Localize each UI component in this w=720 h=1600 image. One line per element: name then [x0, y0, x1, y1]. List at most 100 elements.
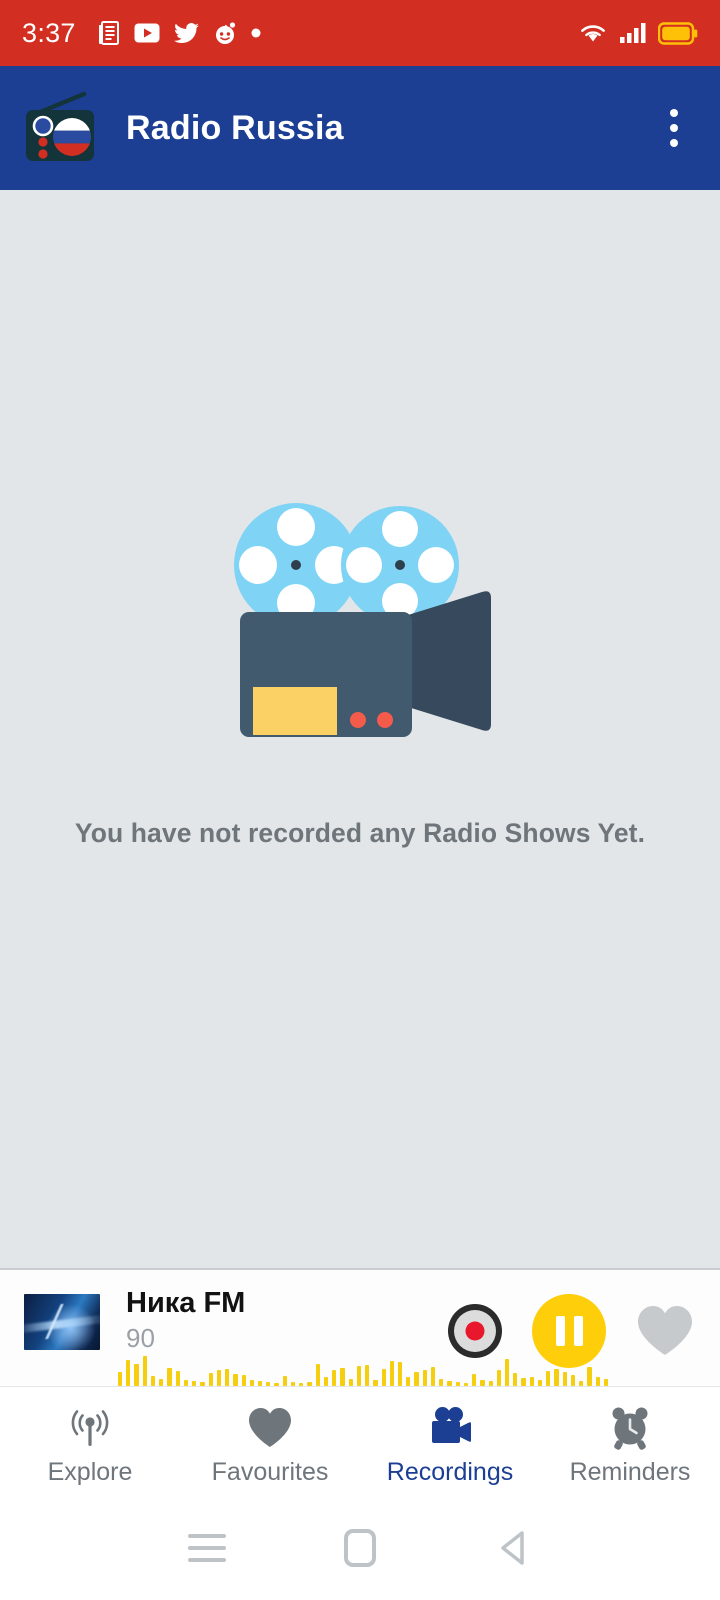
waveform-bar: [274, 1383, 279, 1386]
nav-item-favourites[interactable]: Favourites: [180, 1387, 360, 1496]
empty-state-message: You have not recorded any Radio Shows Ye…: [74, 817, 646, 848]
video-camera-icon: [427, 1405, 473, 1451]
waveform-bar: [414, 1372, 419, 1386]
waveform-bar: [472, 1374, 477, 1386]
waveform-bar: [241, 1375, 246, 1386]
page-title: Radio Russia: [126, 108, 344, 147]
waveform-bar: [529, 1377, 534, 1386]
waveform-bar: [406, 1377, 411, 1386]
waveform-bar: [150, 1376, 156, 1386]
nav-label-explore: Explore: [47, 1457, 133, 1486]
waveform-bar: [175, 1371, 180, 1386]
waveform-bar: [546, 1371, 551, 1386]
waveform-bar: [455, 1382, 460, 1386]
overflow-menu-icon[interactable]: [650, 96, 698, 160]
waveform-bar: [208, 1373, 213, 1386]
app-bar: Radio Russia: [0, 66, 720, 190]
status-notification-icons: [98, 21, 261, 45]
waveform-bar: [521, 1378, 526, 1386]
waveform-bar: [159, 1379, 164, 1386]
battery-icon: [658, 21, 698, 45]
youtube-icon: [134, 23, 160, 43]
status-system-icons: [578, 21, 698, 45]
reddit-icon: [215, 22, 235, 44]
bottom-navigation: Explore Favourites Recordings Reminders: [0, 1386, 720, 1496]
waveform-bar: [488, 1381, 493, 1386]
news-icon: [98, 21, 119, 45]
waveform-bar: [233, 1374, 238, 1386]
waveform-bar: [118, 1372, 123, 1386]
wifi-icon: [581, 25, 605, 42]
recordings-content: You have not recorded any Radio Shows Ye…: [0, 190, 720, 1268]
status-bar: 3:37: [0, 0, 720, 66]
waveform-bar: [381, 1369, 386, 1386]
waveform-bar: [249, 1380, 254, 1386]
waveform-bar: [422, 1370, 427, 1386]
waveform-bar: [595, 1377, 600, 1386]
home-icon[interactable]: [330, 1518, 390, 1578]
waveform-bar: [365, 1365, 370, 1386]
waveform-bar: [323, 1377, 329, 1386]
waveform-bar: [192, 1381, 197, 1386]
record-icon[interactable]: [446, 1302, 504, 1360]
waveform-bar: [348, 1379, 353, 1386]
nav-label-recordings: Recordings: [386, 1457, 514, 1486]
recents-icon[interactable]: [177, 1518, 237, 1578]
nav-label-reminders: Reminders: [569, 1457, 691, 1486]
waveform-bar: [430, 1367, 436, 1386]
back-icon[interactable]: [483, 1518, 543, 1578]
waveform-bar: [299, 1383, 304, 1386]
station-name: Ника FM: [126, 1287, 246, 1319]
waveform-bar: [480, 1380, 485, 1386]
radio-russia-logo: [22, 91, 100, 165]
mini-player[interactable]: Ника FM 90: [0, 1268, 720, 1386]
player-meta: Ника FM 90: [126, 1287, 246, 1354]
nav-label-favourites: Favourites: [211, 1457, 329, 1486]
status-clock: 3:37: [22, 17, 76, 48]
waveform-bar: [389, 1361, 394, 1386]
waveform-bar: [134, 1364, 139, 1386]
waveform-bar: [397, 1362, 403, 1386]
waveform-bar: [216, 1370, 222, 1386]
player-controls: [446, 1294, 696, 1368]
pause-icon[interactable]: [532, 1294, 606, 1368]
waveform-bar: [373, 1380, 378, 1386]
broadcast-icon: [67, 1405, 113, 1451]
waveform-bar: [356, 1366, 362, 1386]
system-navigation-bar: [0, 1496, 720, 1600]
waveform-bar: [307, 1382, 312, 1386]
waveform-bar: [554, 1369, 559, 1386]
waveform-bar: [315, 1364, 320, 1386]
waveform-bar: [332, 1370, 337, 1386]
alarm-clock-icon: [607, 1405, 653, 1451]
waveform-bar: [537, 1380, 543, 1386]
waveform-bar: [282, 1376, 287, 1386]
waveform-bar: [225, 1369, 230, 1386]
waveform-bar: [570, 1375, 576, 1386]
waveform-bar: [439, 1379, 444, 1386]
station-frequency: 90: [126, 1323, 155, 1354]
waveform-bar: [603, 1379, 609, 1386]
nav-item-recordings[interactable]: Recordings: [360, 1387, 540, 1496]
empty-state: You have not recorded any Radio Shows Ye…: [75, 480, 645, 849]
nav-item-reminders[interactable]: Reminders: [540, 1387, 720, 1496]
station-artwork: [24, 1294, 100, 1350]
waveform-bar: [126, 1360, 131, 1386]
dot-icon: [251, 28, 261, 38]
app-screen: 3:37 Radio Russia You have not recorded …: [0, 0, 720, 1600]
heart-icon[interactable]: [634, 1302, 696, 1360]
heart-icon: [247, 1405, 293, 1451]
waveform-bar: [183, 1380, 189, 1386]
waveform-bar: [290, 1382, 296, 1386]
waveform-bar: [587, 1367, 592, 1386]
nav-item-explore[interactable]: Explore: [0, 1387, 180, 1496]
waveform-bar: [496, 1370, 502, 1386]
waveform-bar: [447, 1381, 452, 1386]
waveform-bar: [579, 1381, 584, 1386]
twitter-icon: [173, 22, 199, 43]
waveform-bar: [200, 1382, 205, 1386]
waveform-bar: [340, 1368, 345, 1386]
waveform-bar: [266, 1382, 271, 1386]
cell-signal-icon: [620, 23, 646, 43]
movie-camera-icon: [210, 480, 510, 770]
